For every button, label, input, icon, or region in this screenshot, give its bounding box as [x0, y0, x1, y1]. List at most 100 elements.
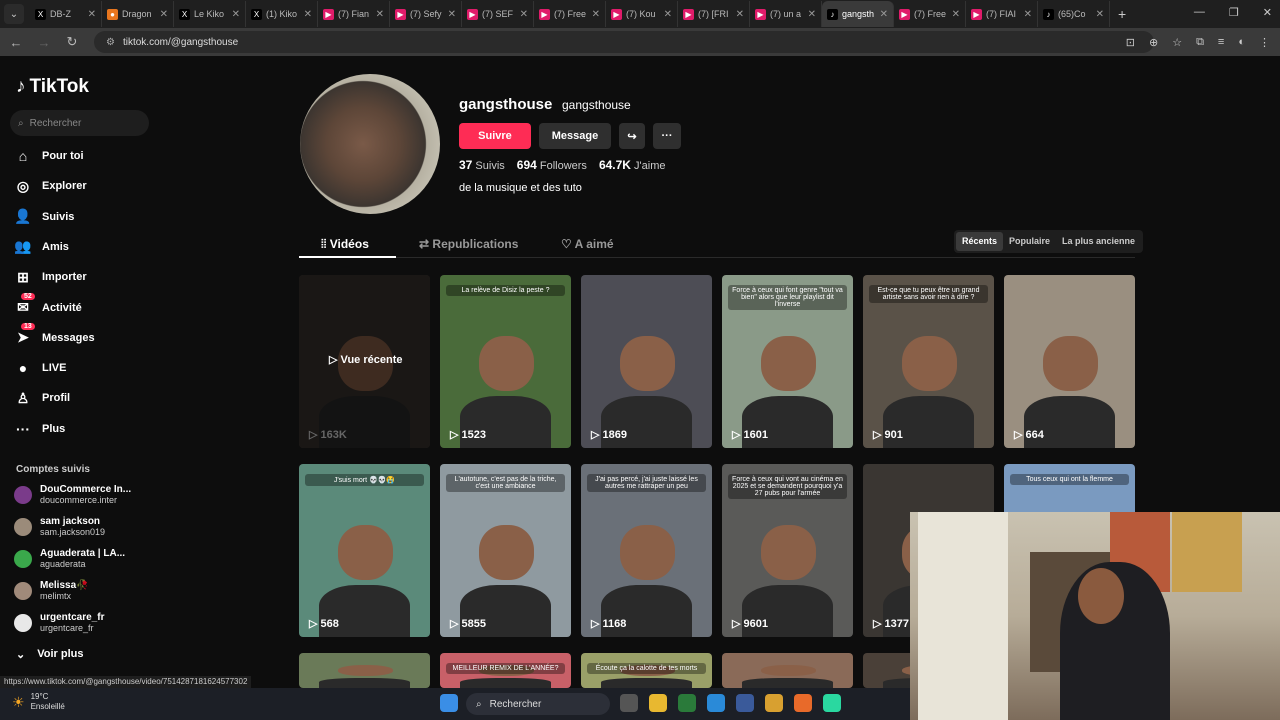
- sidebar-item-pour-toi[interactable]: ⌂ Pour toi: [14, 147, 84, 165]
- video-thumbnail[interactable]: Force à ceux qui vont au cinéma en 2025 …: [722, 464, 853, 637]
- browser-tab[interactable]: ▶ (7) Free ✕: [534, 1, 606, 27]
- sidebar-item-live[interactable]: ● LIVE: [14, 359, 67, 377]
- menu-icon[interactable]: ⋮: [1259, 36, 1270, 49]
- minimize-icon[interactable]: —: [1194, 6, 1205, 19]
- video-thumbnail[interactable]: [722, 653, 853, 688]
- tiktok-logo[interactable]: ♪ TikTok: [16, 76, 89, 98]
- browser-tab[interactable]: ▶ (7) Fian ✕: [318, 1, 390, 27]
- app-icon[interactable]: [823, 694, 841, 712]
- sidebar-item-messages[interactable]: ➤ 13 Messages: [14, 322, 95, 347]
- tab-close-icon[interactable]: ✕: [1024, 9, 1032, 20]
- task-view-icon[interactable]: [620, 694, 638, 712]
- browser-tab[interactable]: ▶ (7) FIAI ✕: [966, 1, 1038, 27]
- tab-close-icon[interactable]: ✕: [664, 9, 672, 20]
- browser-tab[interactable]: ● Dragon ✕: [102, 1, 174, 27]
- sidebar-search[interactable]: ⌕ Rechercher: [10, 110, 149, 136]
- browser-tab[interactable]: ▶ (7) SEF ✕: [462, 1, 534, 27]
- browser-tab[interactable]: ▶ (7) [FRI ✕: [678, 1, 750, 27]
- tab-close-icon[interactable]: ✕: [520, 9, 528, 20]
- url-field[interactable]: ⚙ tiktok.com/@gangsthouse: [94, 31, 1154, 53]
- sidebar-item-importer[interactable]: ⊞ Importer: [14, 268, 87, 286]
- install-icon[interactable]: ⊡: [1126, 36, 1135, 49]
- new-tab-button[interactable]: +: [1118, 6, 1126, 22]
- video-thumbnail[interactable]: ▷ Vue récente ▷ 163K: [299, 275, 430, 448]
- browser-tab[interactable]: ▶ (7) un a ✕: [750, 1, 822, 27]
- tab-liked[interactable]: ♡ A aimé: [561, 237, 614, 251]
- tab-close-icon[interactable]: ✕: [88, 9, 96, 20]
- close-window-icon[interactable]: ✕: [1263, 6, 1272, 19]
- browser-tab[interactable]: X Le Kiko ✕: [174, 1, 246, 27]
- bookmark-star-icon[interactable]: ☆: [1172, 36, 1182, 49]
- tab-close-icon[interactable]: ✕: [1096, 9, 1104, 20]
- tab-close-icon[interactable]: ✕: [952, 9, 960, 20]
- video-thumbnail[interactable]: MEILLEUR REMIX DE L'ANNÉE?: [440, 653, 571, 688]
- tab-close-icon[interactable]: ✕: [808, 9, 816, 20]
- browser-tab[interactable]: ▶ (7) Free ✕: [894, 1, 966, 27]
- tab-close-icon[interactable]: ✕: [880, 9, 888, 20]
- edge-icon[interactable]: [707, 694, 725, 712]
- video-thumbnail[interactable]: ▷ 1869: [581, 275, 712, 448]
- taskbar-search[interactable]: ⌕ Rechercher: [466, 693, 610, 715]
- tab-close-icon[interactable]: ✕: [592, 9, 600, 20]
- forward-icon[interactable]: →: [32, 35, 56, 50]
- video-thumbnail[interactable]: ▷ 664: [1004, 275, 1135, 448]
- share-icon[interactable]: ↪: [619, 123, 645, 149]
- windows-start-icon[interactable]: [440, 694, 458, 712]
- sort-popular[interactable]: Populaire: [1003, 232, 1056, 251]
- translate-icon[interactable]: ⊕: [1149, 36, 1158, 49]
- video-thumbnail[interactable]: La relève de Disiz la peste ? ▷ 1523: [440, 275, 571, 448]
- video-thumbnail[interactable]: [299, 653, 430, 688]
- more-options-icon[interactable]: ···: [653, 123, 681, 149]
- tab-reposts[interactable]: ⇄ Republications: [419, 237, 518, 251]
- tab-close-icon[interactable]: ✕: [376, 9, 384, 20]
- tab-close-icon[interactable]: ✕: [232, 9, 240, 20]
- followed-account[interactable]: Melissa🥀 melimtx: [14, 580, 89, 602]
- followers-stat[interactable]: 694 Followers: [517, 158, 587, 172]
- weather-widget[interactable]: ☀ 19°C Ensoleillé: [12, 692, 65, 712]
- browser-tab[interactable]: X (1) Kiko ✕: [246, 1, 318, 27]
- extensions-icon[interactable]: ⧉: [1196, 36, 1204, 49]
- see-more-button[interactable]: ⌄ Voir plus: [16, 648, 83, 661]
- browser-tab[interactable]: ▶ (7) Sefy ✕: [390, 1, 462, 27]
- tab-close-icon[interactable]: ✕: [736, 9, 744, 20]
- store-icon[interactable]: [736, 694, 754, 712]
- browser-tab[interactable]: ▶ (7) Kou ✕: [606, 1, 678, 27]
- browser-tab[interactable]: ♪ (65)Co ✕: [1038, 1, 1110, 27]
- browser-tab[interactable]: X DB-Z ✕: [30, 1, 102, 27]
- sidebar-item-explorer[interactable]: ◎ Explorer: [14, 177, 87, 195]
- firefox-icon[interactable]: [794, 694, 812, 712]
- tab-close-icon[interactable]: ✕: [160, 9, 168, 20]
- chrome-icon[interactable]: [765, 694, 783, 712]
- nvidia-icon[interactable]: [678, 694, 696, 712]
- sort-oldest[interactable]: La plus ancienne: [1056, 232, 1141, 251]
- back-icon[interactable]: ←: [4, 35, 28, 50]
- following-stat[interactable]: 37 Suivis: [459, 158, 505, 172]
- sidebar-item-activit-[interactable]: ✉ 52 Activité: [14, 292, 82, 317]
- tab-close-icon[interactable]: ✕: [448, 9, 456, 20]
- reload-icon[interactable]: ↻: [60, 34, 84, 50]
- browser-tab[interactable]: ♪ gangsth ✕: [822, 1, 894, 27]
- message-button[interactable]: Message: [539, 123, 611, 149]
- video-thumbnail[interactable]: Écoute ça la calotte de tes morts: [581, 653, 712, 688]
- media-icon[interactable]: ≡: [1218, 36, 1224, 48]
- followed-account[interactable]: DouCommerce In... doucommerce.inter: [14, 484, 131, 506]
- video-thumbnail[interactable]: Est-ce que tu peux être un grand artiste…: [863, 275, 994, 448]
- site-info-icon[interactable]: ⚙: [106, 37, 115, 48]
- followed-account[interactable]: sam jackson sam.jackson019: [14, 516, 105, 538]
- sidebar-item-amis[interactable]: 👥 Amis: [14, 238, 69, 256]
- followed-account[interactable]: Aguaderata | LA... aguaderata: [14, 548, 125, 570]
- tab-videos[interactable]: ⦙⦙ Vidéos: [321, 237, 369, 252]
- sidebar-item-suivis[interactable]: 👤 Suivis: [14, 208, 74, 226]
- file-explorer-icon[interactable]: [649, 694, 667, 712]
- video-thumbnail[interactable]: J'suis mort 💀💀😭 ▷ 568: [299, 464, 430, 637]
- tab-list-button[interactable]: ⌄: [4, 4, 24, 24]
- sidebar-item-plus[interactable]: ··· Plus: [14, 420, 65, 438]
- video-thumbnail[interactable]: Force à ceux qui font genre "tout va bie…: [722, 275, 853, 448]
- sidebar-item-profil[interactable]: ♙ Profil: [14, 389, 70, 407]
- sort-recent[interactable]: Récents: [956, 232, 1004, 251]
- profile-icon[interactable]: ◐: [1238, 36, 1245, 48]
- tab-close-icon[interactable]: ✕: [304, 9, 312, 20]
- followed-account[interactable]: urgentcare_fr urgentcare_fr: [14, 612, 104, 634]
- video-thumbnail[interactable]: L'autotune, c'est pas de la triche, c'es…: [440, 464, 571, 637]
- follow-button[interactable]: Suivre: [459, 123, 531, 149]
